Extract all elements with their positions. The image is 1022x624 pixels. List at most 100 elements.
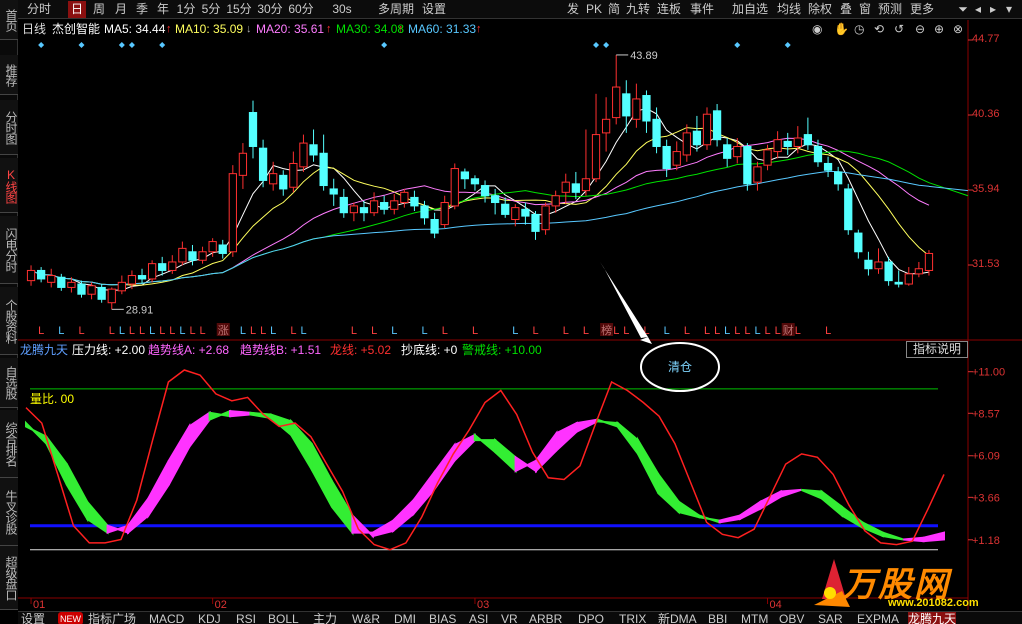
chart-canvas[interactable]: 43.8928.91L L L L L L L L L L L L L L L L L L L L L L L L L L L L L L…	[0, 0, 1022, 624]
trend-ribbon-segment	[473, 432, 497, 455]
date-tick-label: 04	[770, 599, 782, 611]
l-marker: L	[532, 325, 538, 337]
l-marker: L	[391, 325, 397, 337]
indicator-tab[interactable]: SAR	[818, 612, 843, 624]
trend-ribbon-segment	[820, 489, 843, 518]
candle-body	[571, 183, 580, 193]
indicator-help-button[interactable]: 指标说明	[906, 341, 968, 358]
indicator-tab[interactable]: DPO	[578, 612, 604, 624]
indicator-tab[interactable]: BOLL	[268, 612, 299, 624]
candle-body	[390, 200, 399, 210]
date-tick-label: 01	[33, 599, 45, 611]
indicator-tab[interactable]: ARBR	[529, 612, 562, 624]
indicator-tab[interactable]: OBV	[779, 612, 804, 624]
l-marker: L	[58, 325, 64, 337]
trend-b-value: 趋势线B: +1.51	[240, 343, 322, 357]
candle-body	[349, 205, 359, 214]
l-marker: L	[78, 325, 84, 337]
candle-body	[188, 251, 197, 261]
indicator-tab[interactable]: W&R	[352, 612, 380, 624]
signal-diamond	[381, 42, 388, 48]
candle-body	[521, 208, 530, 217]
candle-body	[410, 196, 419, 207]
price-tick: 44.77	[972, 33, 1000, 45]
candle-body	[450, 168, 459, 207]
l-marker: L	[623, 325, 629, 337]
l-marker: L	[563, 325, 569, 337]
indicator-tab[interactable]: BIAS	[429, 612, 456, 624]
l-marker: L	[765, 325, 771, 337]
l-marker: L	[149, 325, 155, 337]
indicator-tab[interactable]: DMI	[394, 612, 416, 624]
indicator-tab[interactable]: 龙腾九天	[908, 612, 957, 624]
candle-body	[501, 203, 510, 215]
indicator-tab[interactable]: BBI	[708, 612, 727, 624]
l-marker: L	[300, 325, 306, 337]
candle-body	[531, 213, 540, 232]
indicator-tab[interactable]: 指标广场	[88, 612, 136, 624]
l-marker: L	[744, 325, 750, 337]
l-marker: L	[129, 325, 135, 337]
candle-body	[601, 118, 611, 134]
indicator-tab[interactable]: 主力	[313, 612, 337, 624]
candle-body	[511, 207, 520, 221]
indicator-tab[interactable]: 设置	[21, 612, 45, 624]
candle-body	[339, 196, 348, 214]
trend-ribbon-segment	[45, 433, 68, 486]
candle-body	[753, 166, 762, 183]
l-marker: L	[714, 325, 720, 337]
candle-body	[914, 268, 923, 275]
indicator-tab[interactable]: MACD	[149, 612, 184, 624]
trend-ribbon-segment	[677, 499, 701, 519]
candle-body	[622, 93, 631, 117]
candle-body	[147, 263, 157, 280]
trend-ribbon-segment	[147, 460, 170, 519]
indicator-tab[interactable]: 新DMA	[658, 612, 697, 624]
l-marker: L	[159, 325, 165, 337]
trend-ribbon-segment	[86, 499, 109, 535]
indicator-tab[interactable]: VR	[501, 612, 518, 624]
indicator-tab[interactable]: MTM	[741, 612, 768, 624]
l-marker: L	[825, 325, 831, 337]
l-marker: L	[795, 325, 801, 337]
l-marker: L	[472, 325, 478, 337]
indicator-tab[interactable]: RSI	[236, 612, 256, 624]
annotation-text: 清仓	[667, 360, 692, 374]
l-marker: L	[684, 325, 690, 337]
candle-body	[218, 244, 227, 254]
trend-ribbon-segment	[535, 430, 558, 474]
l-marker: L	[724, 325, 730, 337]
l-marker: L	[734, 325, 740, 337]
candle-body	[561, 181, 570, 193]
signal-diamond	[784, 42, 791, 48]
indicator-tab[interactable]: EXPMA	[857, 612, 899, 624]
stock-chart-window: 首页 推荐 分时图 K线图 闪电分时 个股资料 自选股 综合排名 牛叉诊股 超级盘口 分时日周月季…	[0, 0, 1022, 624]
indicator-tab[interactable]: ASI	[469, 612, 488, 624]
date-tick-label: 02	[215, 599, 227, 611]
candle-body	[77, 283, 86, 295]
signal-diamond	[159, 42, 166, 48]
candle-body	[258, 147, 268, 181]
signal-diamond	[38, 42, 45, 48]
price-tick: 31.53	[972, 258, 1000, 270]
trend-ribbon-segment	[310, 443, 333, 508]
trend-ribbon-segment	[657, 471, 680, 515]
candle-body	[884, 261, 893, 282]
dragon-line	[25, 369, 945, 551]
l-marker: L	[512, 325, 518, 337]
l-marker: L	[109, 325, 115, 337]
indicator-tab[interactable]: KDJ	[198, 612, 221, 624]
trend-ribbon-segment	[637, 436, 660, 494]
indicator-name[interactable]: 龙腾九天	[20, 342, 68, 358]
trend-ribbon-segment	[412, 469, 435, 517]
trend-ribbon-segment	[596, 418, 619, 428]
trend-ribbon-segment	[65, 463, 89, 523]
candle-body	[47, 275, 56, 283]
candle-body	[551, 195, 560, 207]
l-marker: L	[704, 325, 710, 337]
candle-body	[591, 134, 601, 180]
trend-ribbon-segment	[922, 531, 945, 543]
trend-ribbon-segment	[167, 422, 191, 486]
indicator-tab[interactable]: TRIX	[619, 612, 646, 624]
indicator-tab[interactable]: NEW	[58, 612, 83, 624]
